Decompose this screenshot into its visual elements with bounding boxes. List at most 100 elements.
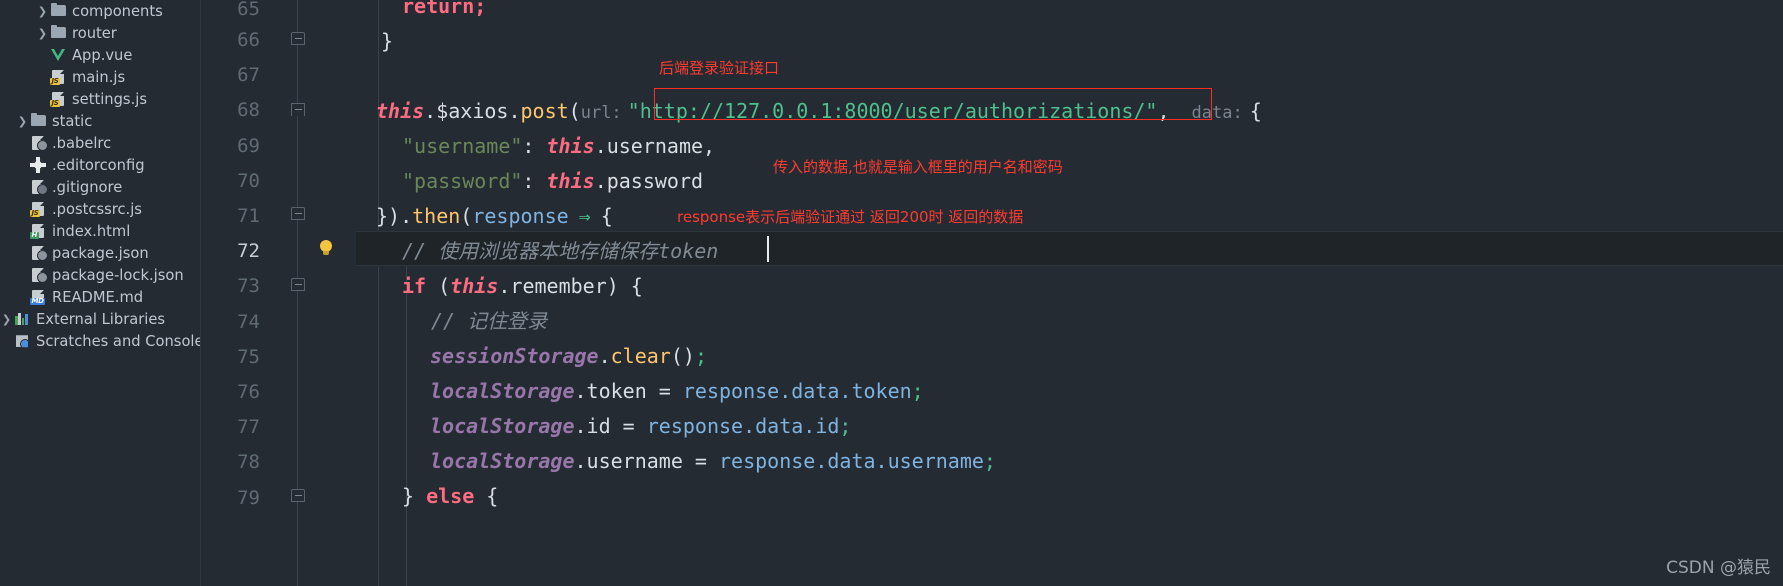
sidebar-item-main-js[interactable]: JS main.js (0, 66, 125, 88)
code-token-colon: : (522, 134, 547, 158)
libraries-icon (13, 311, 32, 327)
code-token-colon: : (522, 169, 547, 193)
sidebar-item-label: .gitignore (52, 178, 123, 196)
gitignore-file-icon (29, 179, 48, 196)
code-fold-toggle[interactable] (291, 32, 305, 45)
code-line-77[interactable]: localStorage.id = response.data.id; (430, 416, 851, 436)
code-token-semicolon: ; (694, 344, 707, 368)
annotation-response-note: response表示后端验证通过 返回200时 返回的数据 (677, 208, 1024, 226)
sidebar-item-package-json[interactable]: package.json (0, 242, 149, 264)
code-token-password-value: .password (594, 169, 704, 193)
code-line-71[interactable]: }).then(response ⇒ { (376, 206, 613, 226)
sidebar-item-package-lock-json[interactable]: package-lock.json (0, 264, 184, 286)
code-line-73[interactable]: if (this.remember) { (402, 276, 643, 296)
sidebar-item-label: settings.js (72, 90, 147, 108)
code-token-return: return; (402, 0, 487, 18)
code-token-close: }). (376, 204, 413, 228)
code-token-paren: ( (460, 204, 473, 228)
annotation-url-highlight-box (654, 88, 1212, 120)
line-number: 66 (237, 29, 260, 51)
sidebar-item-app-vue[interactable]: App.vue (0, 44, 132, 66)
folder-icon (49, 24, 68, 41)
line-number: 79 (237, 487, 260, 509)
sidebar-item-external-libraries[interactable]: ❯ External Libraries (0, 308, 165, 330)
line-number: 67 (237, 64, 260, 86)
sidebar-item-label: package-lock.json (52, 266, 184, 284)
code-token-equals: = (694, 449, 720, 473)
code-line-76[interactable]: localStorage.token = response.data.token… (430, 381, 924, 401)
code-fold-toggle[interactable] (291, 207, 305, 220)
code-line-66[interactable]: } (381, 31, 393, 51)
chevron-right-icon[interactable]: ❯ (0, 314, 13, 325)
code-token-close-brace: } (402, 484, 427, 508)
code-token-else: else (426, 484, 475, 508)
code-token-localstorage: localStorage (430, 379, 575, 403)
code-editor[interactable]: return; } this.$axios.post(url: "http://1… (356, 0, 1783, 586)
sidebar-item-label: main.js (72, 68, 126, 86)
code-param-hint-url: url: (580, 103, 622, 123)
code-token-dot: . (598, 344, 611, 368)
chevron-right-icon[interactable]: ❯ (36, 6, 49, 17)
code-token-username-value: .username, (594, 134, 716, 158)
annotation-data-note: 传入的数据,也就是输入框里的用户名和密码 (773, 158, 1063, 176)
code-line-70[interactable]: "password": this.password (402, 171, 703, 191)
code-token-brace: } (381, 29, 394, 53)
code-token-equals: = (658, 379, 683, 403)
line-number: 69 (237, 135, 260, 157)
code-fold-toggle[interactable] (291, 103, 305, 116)
sidebar-item-settings-js[interactable]: JS settings.js (0, 88, 147, 110)
code-line-75[interactable]: sessionStorage.clear(); (430, 346, 707, 366)
lightbulb-icon[interactable] (318, 240, 334, 258)
watermark: CSDN @猿民 (1666, 558, 1771, 578)
code-token-id-prop: .id (574, 414, 623, 438)
project-tree-panel[interactable]: ❯ components ❯ router App.vue JS main.js… (0, 0, 211, 586)
folder-icon (49, 2, 68, 19)
sidebar-item-label: package.json (52, 244, 149, 262)
code-token-username-prop: .username (574, 449, 695, 473)
sidebar-item-components[interactable]: ❯ components (0, 0, 163, 22)
code-line-69[interactable]: "username": this.username, (402, 136, 715, 156)
line-number: 74 (237, 311, 260, 333)
code-token-this: this (546, 169, 595, 193)
code-token-semicolon: ; (983, 449, 996, 473)
editor-gutter[interactable]: 65 66 67 68 69 70 71 72 73 74 75 76 77 7… (200, 0, 356, 586)
sidebar-item-gitignore[interactable]: .gitignore (0, 176, 122, 198)
code-token-then: then (412, 204, 461, 228)
sidebar-item-readme-md[interactable]: MD README.md (0, 286, 143, 308)
sidebar-item-label: README.md (52, 288, 144, 306)
line-number: 78 (237, 451, 260, 473)
chevron-right-icon[interactable]: ❯ (36, 28, 49, 39)
sidebar-item-editorconfig[interactable]: .editorconfig (0, 154, 145, 176)
code-token-sessionstorage: sessionStorage (430, 344, 599, 368)
chevron-right-icon[interactable]: ❯ (16, 116, 29, 127)
js-file-icon: JS (49, 69, 68, 86)
code-comment-token: // 记住登录 (431, 309, 548, 333)
sidebar-item-index-html[interactable]: H index.html (0, 220, 130, 242)
code-line-79[interactable]: } else { (402, 486, 498, 506)
sidebar-item-label: .babelrc (52, 134, 112, 152)
code-token-localstorage: localStorage (430, 449, 575, 473)
sidebar-item-router[interactable]: ❯ router (0, 22, 117, 44)
code-line-65[interactable]: return; (402, 0, 486, 16)
code-token-post: post (520, 99, 569, 123)
code-token-response-data-id: response.data.id (646, 414, 840, 438)
sidebar-item-label: index.html (52, 222, 131, 240)
sidebar-item-babelrc[interactable]: .babelrc (0, 132, 111, 154)
sidebar-item-postcssrc-js[interactable]: JS .postcssrc.js (0, 198, 142, 220)
code-fold-toggle[interactable] (291, 489, 305, 502)
code-token-open-brace: { (1249, 99, 1262, 123)
sidebar-item-label: .postcssrc.js (52, 200, 142, 218)
code-line-78[interactable]: localStorage.username = response.data.us… (430, 451, 996, 471)
code-token-open-brace: { (600, 204, 613, 228)
html-file-icon: H (29, 223, 48, 240)
markdown-file-icon: MD (29, 289, 48, 306)
code-token-paren: ( (426, 274, 451, 298)
code-token-open-brace: { (474, 484, 499, 508)
code-line-74[interactable]: // 记住登录 (431, 311, 547, 331)
line-number: 73 (237, 275, 260, 297)
code-line-72[interactable]: // 使用浏览器本地存储保存token (402, 241, 718, 261)
sidebar-item-scratches-and-consoles[interactable]: Scratches and Consoles (0, 330, 211, 352)
code-token-this: this (376, 99, 425, 123)
sidebar-item-static[interactable]: ❯ static (0, 110, 92, 132)
code-fold-toggle[interactable] (291, 278, 305, 291)
